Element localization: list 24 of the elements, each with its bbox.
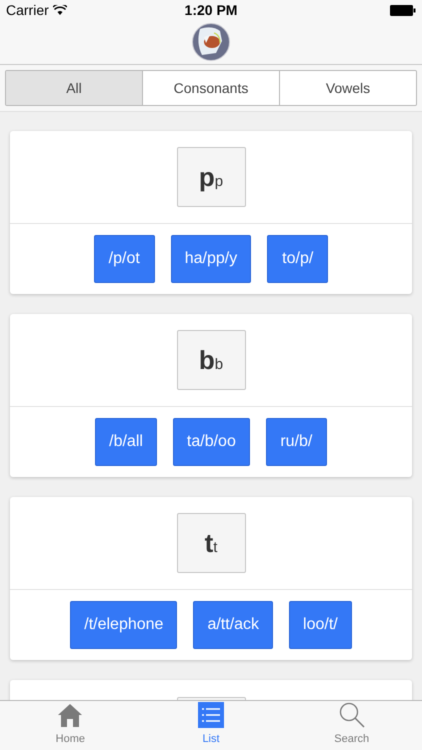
search-icon <box>338 702 365 728</box>
example-button[interactable]: /b/all <box>95 418 157 466</box>
example-button[interactable]: a/tt/ack <box>193 601 274 649</box>
carrier-label: Carrier <box>6 0 49 20</box>
example-button[interactable]: ha/pp/y <box>170 235 252 283</box>
home-icon <box>57 702 84 728</box>
segment-tab[interactable]: Vowels <box>279 71 416 105</box>
segment-tab[interactable]: All <box>6 71 142 105</box>
tab-bar-item[interactable]: List <box>140 701 282 750</box>
wifi-icon <box>52 5 67 15</box>
tab-bar-item[interactable]: Home <box>0 701 141 750</box>
example-button[interactable]: ru/b/ <box>266 418 327 466</box>
example-button[interactable]: /t/elephone <box>70 601 178 649</box>
symbol-button[interactable]: bb <box>176 330 246 390</box>
example-button[interactable]: /p/ot <box>94 235 155 283</box>
logo-icon <box>192 23 230 61</box>
example-button[interactable]: to/p/ <box>267 235 328 283</box>
battery-icon <box>390 4 416 16</box>
symbol-button[interactable]: tt <box>176 513 246 573</box>
tab-bar-item[interactable]: Search <box>281 701 422 750</box>
example-button[interactable]: loo/t/ <box>289 601 352 649</box>
example-button[interactable]: ta/b/oo <box>172 418 250 466</box>
status-time: 1:20 PM <box>184 0 238 20</box>
symbol-button[interactable]: pp <box>176 147 246 207</box>
